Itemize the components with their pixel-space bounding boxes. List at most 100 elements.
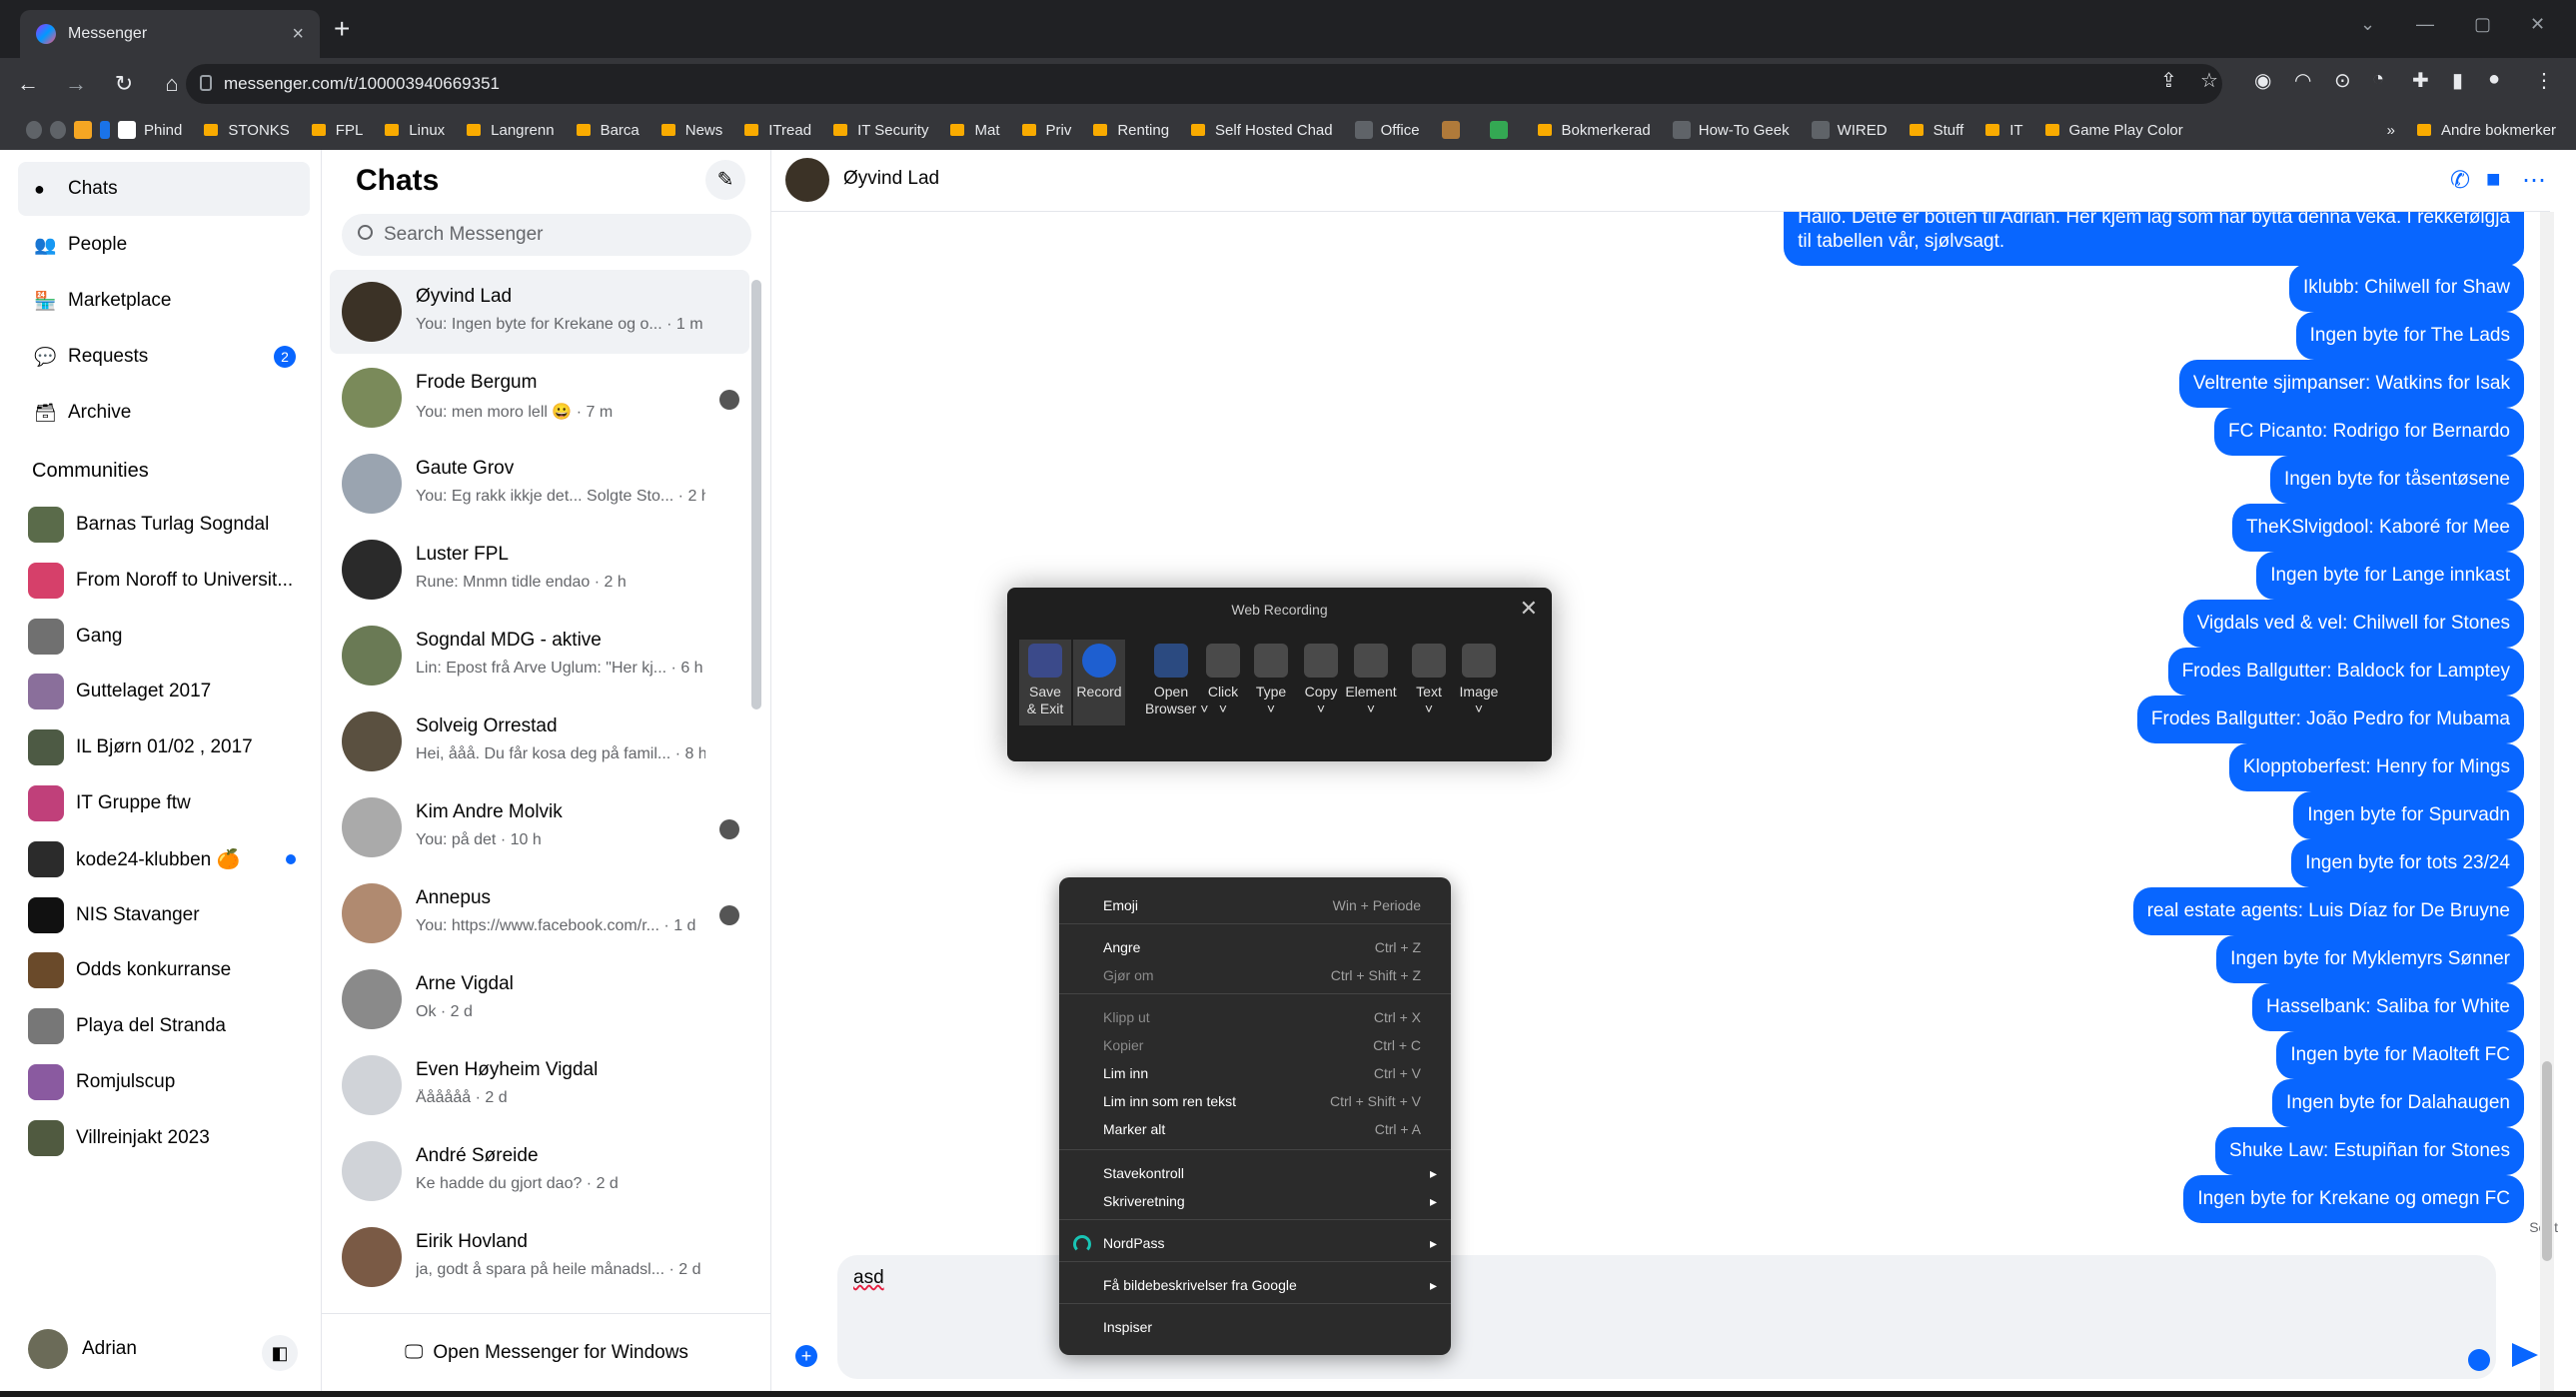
bookmark-item[interactable]: Priv [1021, 122, 1071, 139]
context-menu-item[interactable]: Inspiser [1103, 1313, 1437, 1341]
more-options-icon[interactable]: ⋯ [2522, 166, 2546, 195]
bookmark-item[interactable]: Renting [1093, 122, 1169, 139]
community-item[interactable]: IT Gruppe ftw [28, 776, 310, 830]
menu-kebab-icon[interactable]: ⋮ [2534, 68, 2554, 93]
bookmark-item[interactable]: STONKS [204, 122, 290, 139]
community-item[interactable]: kode24-klubben 🍊 [28, 832, 310, 886]
sidebar-item-people[interactable]: 👥 People [18, 218, 310, 272]
community-item[interactable]: Romjulscup [28, 1055, 310, 1109]
add-attachment-icon[interactable]: + [795, 1345, 817, 1367]
video-call-icon[interactable]: ■ [2486, 166, 2501, 194]
bookmark-item[interactable]: Mat [950, 122, 1000, 139]
avatar[interactable] [785, 158, 829, 202]
current-user[interactable]: Adrian [28, 1329, 137, 1369]
chat-row[interactable]: Arne Vigdal Ok · 2 d [330, 957, 749, 1041]
maximize-icon[interactable]: ▢ [2474, 14, 2491, 35]
community-item[interactable]: IL Bjørn 01/02 , 2017 [28, 720, 310, 774]
send-icon[interactable] [2512, 1343, 2538, 1367]
web-recording-tool[interactable]: Save & Exit [1019, 640, 1071, 725]
chat-row[interactable]: Frode Bergum You: men moro lell 😀 · 7 m [330, 356, 749, 440]
sidebar-item-marketplace[interactable]: 🏪 Marketplace [18, 274, 310, 328]
web-recording-tool[interactable]: Text ˅ [1403, 640, 1455, 725]
context-menu-item[interactable]: Klipp ut Ctrl + X [1103, 1003, 1437, 1031]
context-menu-item[interactable]: Gjør om Ctrl + Shift + Z [1103, 961, 1437, 989]
extension-icon[interactable]: ◉ [2254, 68, 2271, 93]
phone-icon[interactable]: ✆ [2450, 166, 2470, 195]
bookmark-favicon-icon[interactable] [26, 121, 42, 139]
context-menu-item[interactable]: NordPass ▸ [1103, 1229, 1437, 1257]
close-icon[interactable]: ✕ [1520, 596, 1538, 622]
new-tab-button[interactable]: + [334, 14, 350, 44]
bookmark-star-icon[interactable]: ☆ [2200, 68, 2218, 93]
bookmark-item[interactable]: Stuff [1909, 122, 1963, 139]
extension-icon[interactable]: ◠ [2294, 68, 2311, 93]
address-bar[interactable]: messenger.com/t/100003940669351 [186, 64, 2222, 104]
scrollbar[interactable] [751, 280, 761, 709]
sidebar-item-archive[interactable]: 🗃 Archive [18, 386, 310, 440]
sidebar-item-requests[interactable]: 💬 Requests 2 [18, 330, 310, 384]
bookmark-item[interactable]: Phind [118, 121, 182, 139]
bookmark-item[interactable]: Bokmerkerad [1537, 122, 1651, 139]
tab-search-chevron-icon[interactable]: ⌄ [2360, 14, 2375, 35]
context-menu-item[interactable]: Angre Ctrl + Z [1103, 933, 1437, 961]
bookmark-item[interactable]: Office [1354, 121, 1420, 139]
open-messenger-windows-button[interactable]: 🖵 Open Messenger for Windows [322, 1313, 771, 1391]
bookmark-favicon-icon[interactable] [100, 121, 110, 139]
reload-icon[interactable]: ↻ [104, 71, 144, 97]
sidebar-item-chats[interactable]: ● Chats [18, 162, 310, 216]
context-menu-item[interactable]: Emoji Win + Periode [1103, 891, 1437, 919]
web-recording-tool[interactable]: Click ˅ [1197, 640, 1249, 725]
sidepanel-icon[interactable]: ▮ [2452, 68, 2463, 93]
extensions-puzzle-icon[interactable]: ✚ [2412, 68, 2429, 93]
community-item[interactable]: From Noroff to Universit... [28, 554, 310, 608]
web-recording-tool[interactable]: Open Browser ˅ [1145, 640, 1208, 725]
bookmark-item[interactable]: Langrenn [467, 122, 555, 139]
collapse-sidebar-icon[interactable]: ◧ [262, 1335, 298, 1371]
context-menu-item[interactable]: Marker alt Ctrl + A [1103, 1115, 1437, 1143]
chat-row[interactable]: Eirik Hovland ja, godt å spara på heile m… [330, 1215, 749, 1299]
share-icon[interactable]: ⇪ [2160, 68, 2177, 93]
chat-row[interactable]: Sogndal MDG - aktive Lin: Epost frå Arve … [330, 614, 749, 698]
close-tab-icon[interactable]: × [292, 23, 304, 46]
chat-row[interactable]: Hermund Myklemyr [330, 1301, 749, 1309]
web-recording-tool[interactable]: Copy ˅ [1295, 640, 1347, 725]
community-item[interactable]: Gang [28, 610, 310, 664]
community-item[interactable]: Odds konkurranse [28, 943, 310, 997]
web-recording-tool[interactable]: Type ˅ [1245, 640, 1297, 725]
extension-icon[interactable]: ⊙ [2334, 68, 2351, 93]
bookmark-item[interactable]: How-To Geek [1672, 121, 1790, 139]
back-icon[interactable]: ← [8, 71, 48, 97]
close-window-icon[interactable]: ✕ [2530, 14, 2545, 35]
context-menu-item[interactable]: Stavekontroll ▸ [1103, 1159, 1437, 1187]
community-item[interactable]: Guttelaget 2017 [28, 665, 310, 718]
context-menu-item[interactable]: Lim inn som ren tekst Ctrl + Shift + V [1103, 1087, 1437, 1115]
nordpass-icon[interactable]: ◔ [2372, 68, 2384, 91]
context-menu-item[interactable]: Få bildebeskrivelser fra Google ▸ [1103, 1271, 1437, 1299]
chat-row[interactable]: Solveig Orrestad Hei, ååå. Du får kosa de… [330, 699, 749, 783]
bookmark-item[interactable]: Self Hosted Chad [1191, 122, 1333, 139]
bookmark-item[interactable]: Barca [576, 122, 640, 139]
chat-row[interactable]: Even Høyheim Vigdal Åååååå · 2 d [330, 1043, 749, 1127]
bookmark-item[interactable]: ITread [744, 122, 811, 139]
context-menu-item[interactable]: Lim inn Ctrl + V [1103, 1059, 1437, 1087]
bookmark-item[interactable]: News [660, 122, 722, 139]
apple-icon[interactable] [50, 121, 66, 139]
bookmark-favicon-icon[interactable] [74, 121, 92, 139]
browser-tab[interactable]: Messenger × [20, 10, 320, 58]
context-menu-item[interactable]: Skriveretning ▸ [1103, 1187, 1437, 1215]
conversation-name[interactable]: Øyvind Lad [843, 168, 939, 190]
chat-row[interactable]: Kim Andre Molvik You: på det · 10 h [330, 785, 749, 869]
web-recording-tool[interactable]: Image ˅ [1453, 640, 1505, 725]
chat-row[interactable]: Annepus You: https://www.facebook.com/r..… [330, 871, 749, 955]
bookmark-item[interactable]: WIRED [1811, 121, 1888, 139]
web-recording-tool[interactable]: Element ˅ [1345, 640, 1397, 725]
bookmark-item[interactable]: Game Play Color [2044, 122, 2183, 139]
community-item[interactable]: Barnas Turlag Sogndal [28, 498, 310, 552]
bookmarks-more-icon[interactable]: » [2387, 122, 2395, 139]
scrollbar-thumb[interactable] [2542, 1061, 2552, 1261]
scrollbar[interactable] [2540, 212, 2554, 1391]
bookmark-item[interactable]: IT Security [833, 122, 928, 139]
bookmark-item[interactable] [1441, 121, 1468, 139]
minimize-icon[interactable]: — [2416, 14, 2434, 35]
bookmark-item[interactable]: Linux [385, 122, 445, 139]
